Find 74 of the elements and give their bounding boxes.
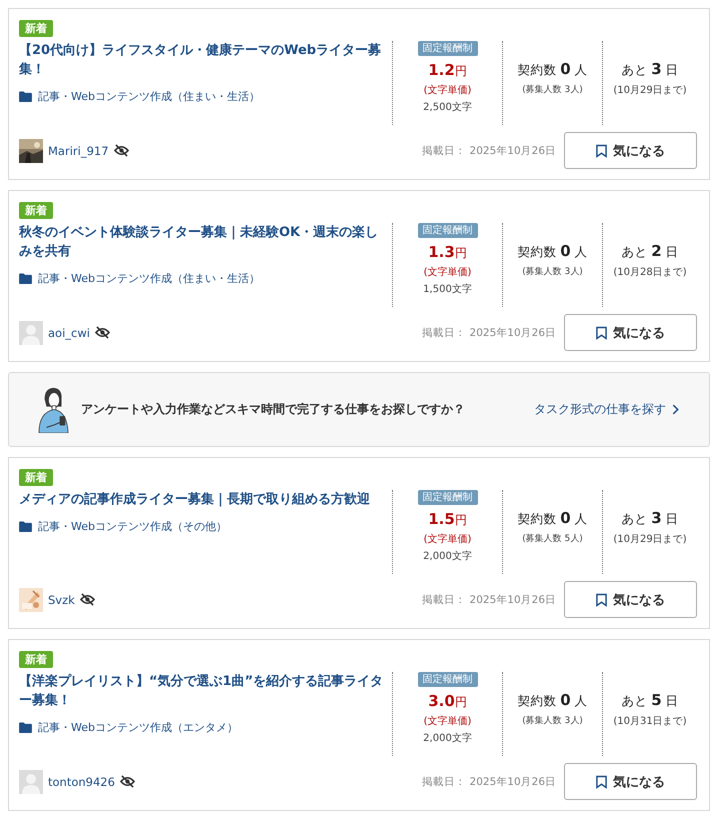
folder-icon <box>19 521 32 532</box>
username-link[interactable]: tonton9426 <box>48 774 115 788</box>
price-text: 3.0円 <box>428 692 467 711</box>
chevron-right-icon <box>672 404 679 415</box>
job-title-link[interactable]: 【洋楽プレイリスト】“気分で選ぶ1曲”を紹介する記事ライター募集！ <box>19 672 384 710</box>
deadline-date: (10月31日まで) <box>613 714 687 728</box>
category-link[interactable]: 記事・Webコンテンツ作成（エンタメ） <box>38 720 238 735</box>
character-count: 2,000文字 <box>423 550 472 563</box>
banner-text: アンケートや入力作業などスキマ時間で完了する仕事をお探しですか？ <box>81 401 465 418</box>
favorite-button[interactable]: 気になる <box>564 314 697 351</box>
contract-count: 契約数 0 人 <box>517 691 588 710</box>
days-remaining: あと 5 日 <box>621 690 679 710</box>
price-note: (文字単価) <box>424 532 472 546</box>
pay-type-badge: 固定報酬制 <box>418 223 478 238</box>
posted-date: 掲載日： 2025年10月26日 <box>422 144 556 158</box>
character-count: 2,500文字 <box>423 100 472 114</box>
deadline-date: (10月28日まで) <box>613 266 687 278</box>
recruit-count: (募集人数 3人) <box>522 714 583 727</box>
default-avatar-icon <box>19 320 43 344</box>
posted-date: 掲載日： 2025年10月26日 <box>422 774 556 788</box>
pay-type-badge: 固定報酬制 <box>418 490 478 505</box>
favorite-button[interactable]: 気になる <box>564 763 697 800</box>
username-link[interactable]: Mariri_917 <box>48 144 109 158</box>
price-note: (文字単価) <box>424 84 472 97</box>
eye-slash-icon[interactable] <box>94 326 110 339</box>
eye-slash-icon[interactable] <box>114 144 129 157</box>
price-note: (文字単価) <box>424 266 472 279</box>
recruit-count: (募集人数 3人) <box>522 266 583 278</box>
bookmark-icon <box>596 774 607 788</box>
posted-date: 掲載日： 2025年10月26日 <box>422 326 556 340</box>
username-link[interactable]: aoi_cwi <box>48 326 90 340</box>
pay-type-badge: 固定報酬制 <box>418 41 478 56</box>
eye-slash-icon[interactable] <box>120 775 135 788</box>
username-link[interactable]: Svzk <box>48 592 75 606</box>
deadline-date: (10月29日まで) <box>613 84 687 96</box>
price-text: 1.2 円 <box>428 61 467 80</box>
favorite-button[interactable]: 気になる <box>564 132 697 169</box>
pay-type-badge: 固定報酬制 <box>418 672 478 687</box>
folder-icon <box>19 273 32 284</box>
days-remaining: あと 2 日 <box>621 242 679 260</box>
eye-slash-icon[interactable] <box>80 593 95 606</box>
category-link[interactable]: 記事・Webコンテンツ作成（住まい・生活） <box>38 89 260 104</box>
favorite-button[interactable]: 気になる <box>564 581 697 618</box>
category-link[interactable]: 記事・Webコンテンツ作成（その他） <box>38 519 227 534</box>
folder-icon <box>19 722 32 733</box>
bookmark-icon <box>596 326 607 340</box>
job-title-link[interactable]: 秋冬のイベント体験談ライター募集｜未経験OK・週末の楽しみを共有 <box>19 223 384 261</box>
job-title-link[interactable]: メディアの記事作成ライター募集｜長期で取り組める方歓迎 <box>19 490 384 509</box>
job-title-link[interactable]: 【20代向け】ライフスタイル・健康テーマのWebライター募集！ <box>19 41 384 79</box>
bookmark-icon <box>596 144 607 158</box>
deadline-date: (10月29日まで) <box>613 532 687 546</box>
price-note: (文字単価) <box>424 714 472 728</box>
recruit-count: (募集人数 5人) <box>522 532 583 545</box>
contract-count: 契約数 0 人 <box>517 60 588 79</box>
contract-count: 契約数 0 人 <box>517 242 588 261</box>
person-drawing <box>37 386 71 433</box>
new-badge: 新着 <box>19 202 53 219</box>
days-remaining: あと 3 日 <box>621 508 679 528</box>
price-text: 1.5円 <box>428 510 467 529</box>
contract-count: 契約数 0 人 <box>517 509 588 528</box>
folder-icon <box>19 91 32 102</box>
new-badge: 新着 <box>19 20 53 37</box>
task-search-link[interactable]: タスク形式の仕事を探す <box>534 401 679 418</box>
bookmark-icon <box>596 592 607 606</box>
new-badge: 新着 <box>19 469 53 486</box>
price-text: 1.3円 <box>428 243 467 262</box>
character-count: 2,000文字 <box>423 732 472 745</box>
category-link[interactable]: 記事・Webコンテンツ作成（住まい・生活） <box>38 271 260 286</box>
default-avatar-icon <box>19 770 43 794</box>
recruit-count: (募集人数 3人) <box>522 84 583 96</box>
posted-date: 掲載日： 2025年10月26日 <box>422 592 556 606</box>
character-count: 1,500文字 <box>423 282 472 296</box>
days-remaining: あと 3 日 <box>621 60 679 78</box>
new-badge: 新着 <box>19 651 53 668</box>
